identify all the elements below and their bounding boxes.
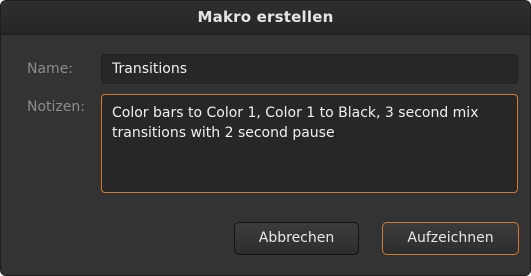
record-button[interactable]: Aufzeichnen (382, 222, 519, 255)
dialog-titlebar: Makro erstellen (1, 1, 530, 35)
cancel-button[interactable]: Abbrechen (234, 222, 359, 255)
create-macro-dialog: Makro erstellen Name: Transitions Notize… (0, 0, 531, 276)
notes-field[interactable]: Color bars to Color 1, Color 1 to Black,… (101, 94, 518, 193)
dialog-title: Makro erstellen (197, 8, 334, 26)
notes-label: Notizen: (27, 99, 85, 115)
name-field[interactable]: Transitions (101, 54, 518, 84)
name-label: Name: (27, 61, 74, 77)
